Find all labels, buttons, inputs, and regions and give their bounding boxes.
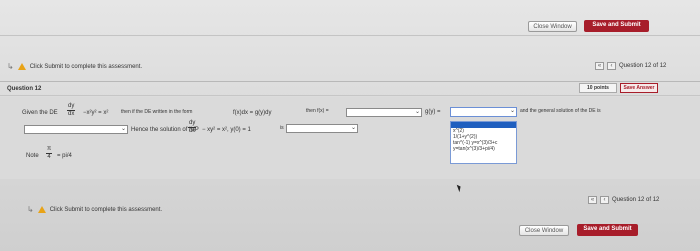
equation-expression: −x²y² = x²	[83, 110, 109, 116]
then-fx-label: then f(x) =	[306, 108, 329, 114]
note-value: = pi/4	[57, 153, 72, 159]
fraction-numerator: dy	[67, 103, 76, 111]
bottom-question-position-label: Question 12 of 12	[612, 197, 660, 203]
bottom-close-window-button[interactable]: Close Window	[519, 225, 569, 236]
save-answer-button[interactable]: Save Answer	[620, 83, 658, 93]
arrow-right-icon: ↳	[27, 205, 34, 214]
fraction-denominator: 4	[47, 154, 51, 160]
then-text: then if the DE written in the form	[121, 109, 193, 115]
warning-icon	[37, 206, 46, 213]
question-title: Question 12	[7, 86, 42, 92]
general-solution-text: and the general solution of the DE is	[520, 108, 601, 114]
question-position-label: Question 12 of 12	[619, 63, 667, 69]
given-prefix: Given the DE	[22, 110, 58, 116]
dy-dx-fraction: dy dx	[67, 103, 76, 118]
fx-select[interactable]: ⌄	[346, 108, 422, 117]
note-label: Note	[26, 153, 39, 159]
fraction-numerator: dy	[188, 120, 197, 128]
submit-notice-text: Click Submit to complete this assessment…	[29, 63, 143, 70]
previous-question-icon[interactable]: ‹	[600, 196, 609, 204]
close-window-button[interactable]: Close Window	[528, 21, 577, 32]
dy-dx-fraction: dy dx	[188, 120, 197, 135]
submit-notice-row: ↳ Click Submit to complete this assessme…	[7, 62, 142, 71]
bottom-submit-notice-row: ↳ Click Submit to complete this assessme…	[27, 205, 162, 214]
pi-over-four: π 4	[46, 146, 53, 161]
fraction-numerator: π	[46, 146, 53, 154]
bottom-save-and-submit-button[interactable]: Save and Submit	[577, 224, 638, 236]
chevron-down-icon: ⌄	[350, 125, 356, 131]
chevron-down-icon: ⌄	[414, 109, 420, 115]
ivp-expression: − xy² = x², y(0) = 1	[202, 127, 251, 133]
mouse-cursor-icon	[456, 183, 463, 193]
bottom-question-navigation: « ‹ Question 12 of 12	[588, 196, 659, 204]
chevron-down-icon: ⌄	[509, 108, 515, 114]
is-text: is	[280, 125, 284, 131]
arrow-right-icon: ↳	[7, 62, 14, 71]
bottom-submit-notice-text: Click Submit to complete this assessment…	[49, 206, 163, 213]
previous-question-icon[interactable]: ‹	[607, 62, 616, 70]
general-solution-select[interactable]: ⌄	[24, 125, 128, 134]
gy-select[interactable]: ⌄	[450, 107, 517, 117]
gy-dropdown-list: x^(2) 1/(1+y^(2)) tan^(-1) y=x^(3)/3+c y…	[450, 121, 517, 164]
gy-label: g(y) =	[425, 109, 441, 115]
first-question-icon[interactable]: «	[588, 196, 597, 204]
ivp-solution-select[interactable]: ⌄	[286, 124, 358, 133]
fraction-denominator: dx	[189, 128, 196, 134]
separated-form-text: f(x)dx = g(y)dy	[233, 110, 272, 116]
points-badge: 10 points	[579, 83, 617, 93]
save-and-submit-button[interactable]: Save and Submit	[584, 20, 649, 32]
fraction-denominator: dx	[68, 111, 75, 117]
warning-icon	[17, 63, 26, 70]
question-navigation: « ‹ Question 12 of 12	[595, 62, 666, 70]
assessment-page: Close Window Save and Submit ↳ Click Sub…	[0, 0, 700, 251]
chevron-down-icon: ⌄	[120, 126, 126, 132]
dropdown-option[interactable]: y=tan(x^(3)/3+pi/4)	[451, 146, 516, 152]
first-question-icon[interactable]: «	[595, 62, 604, 70]
